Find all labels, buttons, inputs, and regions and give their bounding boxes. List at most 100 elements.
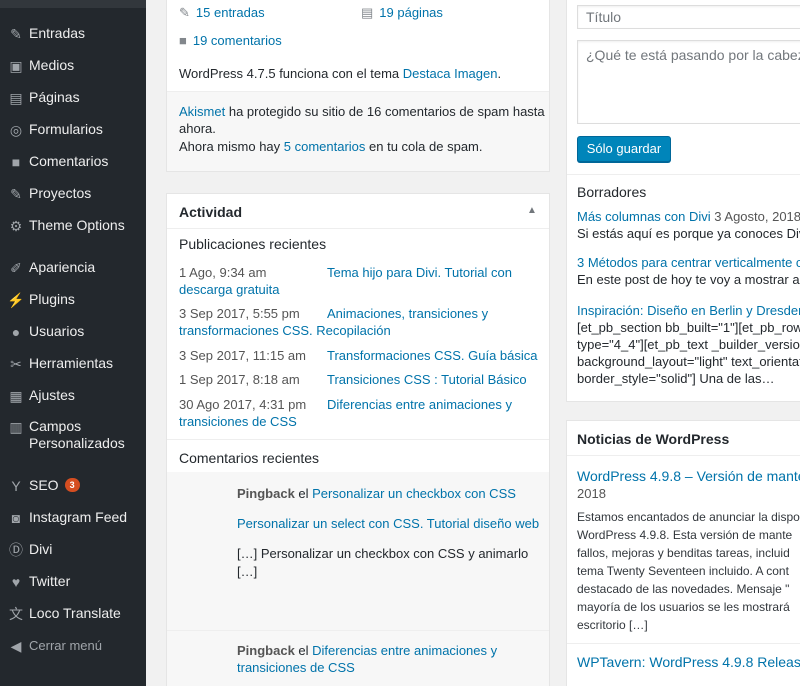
menu-label: Proyectos (29, 185, 92, 201)
post-title-link[interactable]: Diferencias entre animaciones y (327, 397, 512, 412)
menu-label-text: SEO (29, 477, 59, 493)
glance-pages[interactable]: ▤ 19 páginas (361, 5, 443, 21)
news-excerpt: tema Twenty Seventeen incluido. A cont (577, 564, 789, 578)
menu-label: Plugins (29, 291, 75, 307)
news-header[interactable]: Noticias de WordPress (567, 421, 800, 456)
menu-item-theme-options[interactable]: ⚙ Theme Options (0, 217, 146, 235)
entries-link[interactable]: 15 entradas (196, 5, 265, 20)
news-excerpt: Estamos encantados de anunciar la dispo (577, 510, 800, 524)
media-icon: ▣ (9, 57, 23, 74)
comment-excerpt-cont: […] (237, 564, 258, 579)
news-excerpt: fallos, mejoras y benditas tareas, inclu… (577, 546, 790, 560)
post-title-link[interactable]: Tema hijo para Divi. Tutorial con (327, 265, 512, 280)
pin-icon: ✎ (10, 185, 22, 202)
menu-label: Medios (29, 57, 75, 73)
post-title-link[interactable]: Transiciones CSS : Tutorial Básico (327, 372, 527, 387)
news-item-date: 2018 (577, 486, 606, 501)
menu-label-line1: Campos (29, 418, 82, 434)
menu-label: Twitter (29, 573, 71, 589)
menu-item-instagram-feed[interactable]: ◙ Instagram Feed (0, 509, 146, 527)
post-title-link[interactable]: Transformaciones CSS. Guía básica (327, 348, 538, 363)
comment-source-link[interactable]: Personalizar un select con CSS. Tutorial… (237, 516, 539, 531)
glance-comments[interactable]: ■ 19 comentarios (179, 33, 282, 48)
pages-link[interactable]: 19 páginas (379, 5, 443, 20)
post-title-link[interactable]: Animaciones, transiciones y (327, 306, 488, 321)
menu-item-plugins[interactable]: ⚡ Plugins (0, 291, 146, 309)
akismet-line2: ahora. (179, 121, 216, 136)
comment-item (167, 631, 549, 686)
comment-post-link-cont[interactable]: transiciones de CSS (237, 660, 355, 675)
brush-icon: ✐ (10, 259, 22, 276)
menu-label: Instagram Feed (29, 509, 128, 525)
menu-item-paginas[interactable]: ▤ Páginas (0, 89, 146, 107)
menu-item-seo[interactable]: Y SEO 3 (0, 477, 146, 495)
menu-item-usuarios[interactable]: ● Usuarios (0, 323, 146, 341)
admin-sidebar: ✎ Entradas ▣ Medios ▤ Páginas ◎ Formular… (0, 0, 146, 686)
divider (167, 439, 549, 440)
forms-icon: ◎ (9, 121, 23, 138)
post-title-link-cont[interactable]: descarga gratuita (179, 282, 279, 297)
at-a-glance-panel: ✎ 15 entradas ▤ 19 páginas ■ 19 comentarios… (166, 0, 550, 172)
menu-item-comentarios[interactable]: ■ Comentarios (0, 153, 146, 171)
settings-icon: ▦ (9, 387, 23, 404)
news-item-link[interactable]: WordPress 4.9.8 – Versión de manten (577, 468, 800, 484)
draft-title-input[interactable]: Título (577, 5, 800, 29)
menu-label: Ajustes (29, 387, 75, 403)
plug-icon: ⚡ (7, 291, 25, 308)
news-excerpt: destacado de las novedades. Mensaje " (577, 582, 790, 596)
save-draft-button[interactable]: Sólo guardar (577, 136, 671, 162)
draft-content-textarea[interactable]: ¿Qué te está pasando por la cabeza (577, 40, 800, 124)
draft-item: Más columnas con Divi 3 Agosto, 2018 (577, 209, 800, 224)
news-item-link[interactable]: WPTavern: WordPress 4.9.8 Released (577, 654, 800, 670)
menu-item-formularios[interactable]: ◎ Formularios (0, 121, 146, 139)
theme-link[interactable]: Destaca Imagen (403, 66, 498, 81)
draft-excerpt: Si estás aquí es porque ya conoces Divi (577, 226, 800, 241)
menu-item-divi[interactable]: Ⓓ Divi (0, 541, 146, 559)
menu-label: Apariencia (29, 259, 96, 275)
comments-link[interactable]: 19 comentarios (193, 33, 282, 48)
draft-title-link[interactable]: Inspiración: Diseño en Berlin y Dresden (577, 303, 800, 318)
comment-connector: el (294, 486, 313, 501)
draft-excerpt: [et_pb_section bb_built="1"][et_pb_row] (577, 320, 800, 335)
akismet-text: ha protegido su sitio de 16 comentarios … (225, 104, 545, 119)
menu-item-twitter[interactable]: ♥ Twitter (0, 573, 146, 591)
menu-label: Theme Options (29, 217, 125, 233)
draft-title-link[interactable]: Más columnas con Divi (577, 209, 711, 224)
pages-icon: ▤ (9, 89, 23, 106)
menu-label: Comentarios (29, 153, 109, 169)
comments-icon: ■ (179, 33, 187, 48)
menu-item-proyectos[interactable]: ✎ Proyectos (0, 185, 146, 203)
camera-icon: ◙ (11, 510, 21, 526)
spam-link[interactable]: 5 comentarios (284, 139, 366, 154)
pin-icon: ✎ (10, 25, 22, 42)
spam-suffix: en tu cola de spam. (365, 139, 483, 154)
glance-entries[interactable]: ✎ 15 entradas (179, 5, 265, 21)
fields-icon: ▥ (9, 418, 23, 435)
activity-header[interactable]: Actividad ▲ (167, 194, 549, 229)
menu-item-herramientas[interactable]: ✂ Herramientas (0, 355, 146, 373)
menu-item-apariencia[interactable]: ✐ Apariencia (0, 259, 146, 277)
recent-posts-heading: Publicaciones recientes (179, 236, 327, 252)
akismet-link[interactable]: Akismet (179, 104, 225, 119)
collapse-menu-button[interactable]: ◀ Cerrar menú (0, 637, 146, 655)
toggle-arrow-icon[interactable]: ▲ (527, 205, 537, 216)
spam-queue-line: Ahora mismo hay 5 comentarios en tu cola… (179, 139, 483, 154)
akismet-line1: Akismet ha protegido su sitio de 16 come… (179, 104, 545, 119)
menu-item-entradas[interactable]: ✎ Entradas (0, 25, 146, 43)
wp-version-text: WordPress 4.7.5 funciona con el tema Des… (179, 66, 501, 81)
post-title-link-cont[interactable]: transiciones de CSS (179, 414, 297, 429)
post-title-link-cont[interactable]: transformaciones CSS. Recopilación (179, 323, 391, 338)
draft-excerpt: border_style="solid"] Una de las… (577, 371, 775, 386)
menu-item-loco-translate[interactable]: 文 Loco Translate (0, 605, 146, 623)
menu-label: SEO 3 (29, 477, 80, 494)
menu-item-medios[interactable]: ▣ Medios (0, 57, 146, 75)
menu-item-ajustes[interactable]: ▦ Ajustes (0, 387, 146, 405)
menu-label: Loco Translate (29, 605, 121, 621)
comment-post-link[interactable]: Personalizar un checkbox con CSS (312, 486, 516, 501)
wp-version-prefix: WordPress 4.7.5 funciona con el tema (179, 66, 403, 81)
comment-excerpt: […] Personalizar un checkbox con CSS y a… (237, 546, 529, 561)
draft-title-link[interactable]: 3 Métodos para centrar verticalmente c (577, 255, 800, 270)
pages-icon: ▤ (361, 5, 374, 20)
menu-item-campos-personalizados[interactable]: ▥ Campos Personalizados (0, 418, 146, 452)
comment-post-link[interactable]: Diferencias entre animaciones y (312, 643, 497, 658)
